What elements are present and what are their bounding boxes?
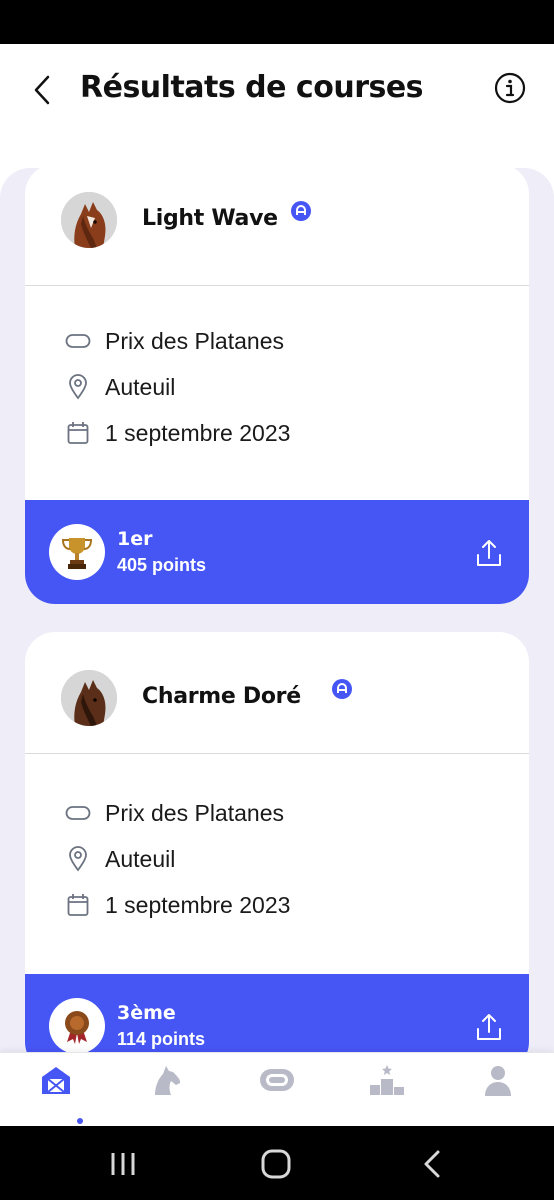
result-card[interactable]: Charme Doré Prix des Platanes Auteuil 1 … [25,632,529,1052]
date-row: 1 septembre 2023 [65,890,290,920]
home-button[interactable] [260,1148,292,1180]
back-icon [424,1150,440,1178]
share-icon [477,540,501,566]
horse-name: Light Wave [142,206,278,231]
back-button[interactable] [26,70,58,110]
race-name: Prix des Platanes [105,799,284,826]
result-banner: 1er 405 points [25,500,529,604]
racetrack-icon [65,328,91,354]
medal-badge [49,524,105,580]
results-list[interactable]: Light Wave Prix des Platanes Auteuil 1 s… [0,168,554,1052]
rosette-icon [65,1011,89,1044]
page-title: Résultats de courses [80,70,424,105]
profile-icon [485,1066,511,1096]
podium-icon [370,1065,404,1095]
nav-profile[interactable] [468,1063,528,1119]
horse-avatar [61,670,117,726]
card-header: Light Wave [25,168,529,286]
share-icon [477,1014,501,1040]
result-banner: 3ème 114 points [25,974,529,1052]
trophy-icon [61,538,93,569]
horse-icon [155,1066,181,1095]
verified-badge-icon [291,201,311,221]
nav-horses[interactable] [136,1063,196,1119]
medal-badge [49,998,105,1052]
calendar-icon [65,892,91,918]
racetrack-icon [65,800,91,826]
active-indicator [77,1118,83,1124]
horse-photo-icon [61,192,117,248]
race-name: Prix des Platanes [105,327,284,354]
card-header: Charme Doré [25,632,529,754]
date-row: 1 septembre 2023 [65,418,290,448]
info-button[interactable] [494,72,526,104]
verified-badge-icon [332,679,352,699]
race-row: Prix des Platanes [65,798,284,828]
system-back-button[interactable] [420,1148,444,1180]
result-rank: 3ème [117,1002,176,1024]
stable-icon [42,1067,70,1094]
horse-name: Charme Doré [142,684,301,709]
location-pin-icon [65,846,91,872]
race-location: Auteuil [105,845,176,872]
app-header: Résultats de courses [0,44,554,140]
recent-apps-button[interactable] [108,1148,138,1180]
calendar-icon [65,420,91,446]
bottom-navigation [0,1052,554,1126]
share-button[interactable] [475,538,503,568]
race-date: 1 septembre 2023 [105,891,291,918]
nav-stable[interactable] [26,1063,86,1124]
nav-races[interactable] [247,1063,307,1119]
result-card[interactable]: Light Wave Prix des Platanes Auteuil 1 s… [25,168,529,604]
system-navigation-bar [0,1126,554,1200]
result-rank: 1er [117,528,153,550]
status-bar [0,0,554,44]
result-points: 114 points [117,1029,206,1049]
home-icon [261,1149,291,1179]
info-icon [494,72,526,104]
race-row: Prix des Platanes [65,326,284,356]
location-row: Auteuil [65,844,175,874]
share-button[interactable] [475,1012,503,1042]
location-row: Auteuil [65,372,175,402]
race-date: 1 septembre 2023 [105,419,291,446]
nav-rankings[interactable] [357,1063,417,1119]
racetrack-icon [260,1069,294,1091]
chevron-left-icon [34,75,50,105]
race-location: Auteuil [105,373,176,400]
result-points: 405 points [117,555,207,575]
horse-avatar [61,192,117,248]
location-pin-icon [65,374,91,400]
recent-apps-icon [111,1153,135,1175]
horse-photo-icon [61,670,117,726]
